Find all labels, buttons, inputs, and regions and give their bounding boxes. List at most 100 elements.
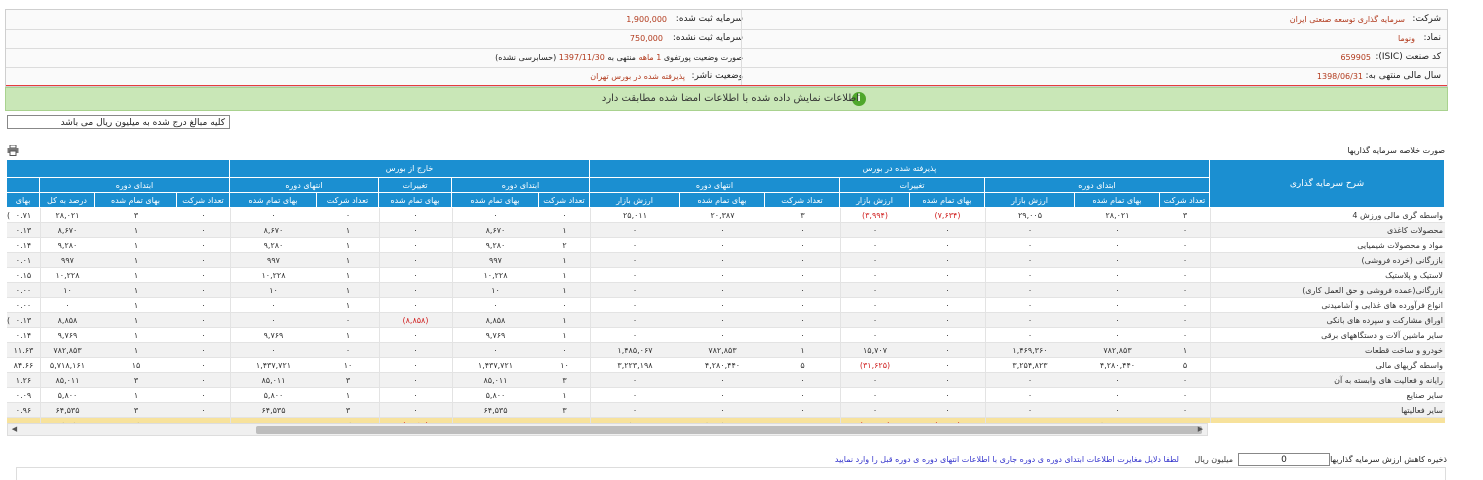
column-divider: [985, 238, 986, 253]
column-divider: [590, 313, 591, 328]
column-divider: [40, 268, 41, 283]
row-cell: ۰: [201, 286, 206, 295]
row-name: سایر فعالیتها: [1401, 406, 1443, 415]
column-divider: [379, 343, 380, 358]
row-name: سایر ماشین آلات و دستگاههای برقی: [1321, 331, 1443, 340]
row-cell: ۱۰: [343, 361, 353, 370]
subheader-cost-14: بهای تمام شده: [95, 193, 177, 208]
row-cell: ۰: [720, 286, 725, 295]
fiscal-year-label: سال مالی منتهی به:: [1365, 71, 1441, 81]
row-cell-clipped: (: [7, 316, 11, 325]
row-cell: ۰: [413, 241, 418, 250]
row-cell: ۰: [1027, 241, 1033, 250]
column-divider: [40, 298, 41, 313]
scroll-left-icon[interactable]: ◀: [10, 425, 19, 434]
row-cell: ۰: [413, 271, 418, 280]
row-cell: ۰: [1027, 256, 1033, 265]
column-divider: [1210, 403, 1211, 418]
column-divider: [379, 283, 380, 298]
report-date: 1397/11/30: [558, 53, 605, 62]
column-divider: [590, 268, 591, 283]
row-cell: ۰: [345, 211, 351, 220]
row-cell: ۰: [1182, 406, 1188, 415]
row-cell: ۰: [1115, 256, 1120, 265]
registered-capital-value: 1,900,000: [626, 15, 667, 24]
row-cell: ۰: [800, 271, 805, 280]
column-divider: [1210, 283, 1211, 298]
row-cell: ۰: [1115, 316, 1120, 325]
header-listed: پذیرفته شده در بورس: [590, 160, 1210, 178]
column-divider: [1210, 208, 1211, 223]
row-cell: ۰: [1027, 226, 1033, 235]
row-cell: ۰: [1115, 331, 1120, 340]
discrepancy-textarea[interactable]: [16, 467, 1446, 480]
column-divider: [452, 343, 453, 358]
row-cell: ۰: [1182, 271, 1188, 280]
row-cell: ۰: [872, 316, 878, 325]
subheader-cost_short-16: بهای: [7, 193, 40, 208]
row-cell: ۱: [133, 301, 139, 310]
row-cell: ۱: [133, 241, 139, 250]
row-cell: ۶۴,۵۳۵: [261, 406, 286, 415]
row-cell: ۰: [632, 241, 638, 250]
row-cell: ۵: [1182, 361, 1188, 370]
column-divider: [40, 343, 41, 358]
row-cell: ۱: [345, 271, 351, 280]
column-divider: [1210, 238, 1211, 253]
column-divider: [590, 298, 591, 313]
column-divider: [985, 253, 986, 268]
column-divider: [840, 238, 841, 253]
row-cell: ۱: [562, 286, 567, 295]
row-cell: ۰: [1027, 406, 1033, 415]
row-cell: ۱: [133, 226, 139, 235]
row-cell: ۰: [345, 346, 351, 355]
row-cell: (۳۱,۶۲۵): [859, 361, 891, 370]
column-divider: [40, 283, 41, 298]
row-cell: ۵,۸۰۰: [57, 391, 78, 400]
symbol-value: ونوما: [1398, 34, 1415, 43]
row-cell: ۰: [800, 256, 805, 265]
scrollbar-thumb[interactable]: [256, 426, 1202, 434]
row-cell: ۰: [872, 271, 878, 280]
row-cell: ۰: [413, 361, 418, 370]
row-cell: ۰: [345, 316, 351, 325]
fiscal-year-value: 1398/06/31: [1316, 72, 1363, 81]
row-cell: ۹,۲۸۰: [485, 241, 506, 250]
subheader-cost-3: بهای تمام شده: [910, 193, 985, 208]
table-row: لاستیک و پلاستیک ۰ ۰ ۰ ۰ ۰ ۰ ۰ ۰ ۱ ۱۰,۲۲۸ ۰ ۱ ۱۰,۲۲۸ ۰…: [7, 268, 1445, 283]
row-name: واسطه گری مالی ورزش 4: [1352, 211, 1443, 220]
row-cell: ۵: [800, 361, 805, 370]
print-icon[interactable]: [7, 145, 19, 156]
column-divider: [230, 223, 231, 238]
header-total-blank-2: [7, 178, 40, 193]
row-cell: ۶۴,۵۳۵: [55, 406, 80, 415]
publisher-status-label: وضعیت ناشر:: [691, 71, 743, 81]
unit-select[interactable]: کلیه مبالغ درج شده به میلیون ریال می باش…: [7, 115, 230, 129]
row-cell: ۰: [720, 226, 725, 235]
row-cell: ۰: [562, 301, 567, 310]
header-unlisted-start: ابتدای دوره: [452, 178, 590, 193]
column-divider: [230, 268, 231, 283]
row-cell: ۱۰,۲۲۸: [261, 271, 286, 280]
column-divider: [590, 343, 591, 358]
row-cell: ۰: [632, 376, 638, 385]
row-cell: ۰: [1115, 406, 1120, 415]
table-row: واسطه گریهای مالی ۵ ۴,۲۸۰,۴۴۰ ۳,۲۵۴,۸۲۳ ۰ (۳۱…: [7, 358, 1445, 373]
table-row: انواع فرآورده های غذایی و آشامیدنی ۰ ۰ ۰ ۰ ۰ ۰…: [7, 298, 1445, 313]
table-horizontal-scrollbar[interactable]: ◀ ▶: [7, 423, 1208, 436]
row-cell: ۰: [945, 226, 950, 235]
subheader-cost-1: بهای تمام شده: [1075, 193, 1160, 208]
column-divider: [840, 358, 841, 373]
row-cell: ۰: [1182, 391, 1188, 400]
table-row: خودرو و ساخت قطعات ۱ ۷۸۲,۸۵۳ ۱,۴۶۹,۳۶۰ ۰ ۱۵,۷…: [7, 343, 1445, 358]
row-cell: ۰: [1182, 331, 1188, 340]
header-listed-changes: تغییرات: [840, 178, 985, 193]
column-divider: [1210, 313, 1211, 328]
row-cell: ۰: [632, 256, 638, 265]
impairment-reserve-input[interactable]: 0: [1238, 453, 1330, 466]
row-cell: ۰: [800, 391, 805, 400]
row-cell: ۱: [1182, 346, 1188, 355]
scroll-right-icon[interactable]: ▶: [1196, 425, 1205, 434]
row-cell: ۰: [1115, 286, 1120, 295]
row-cell: ۱۰: [560, 361, 569, 370]
